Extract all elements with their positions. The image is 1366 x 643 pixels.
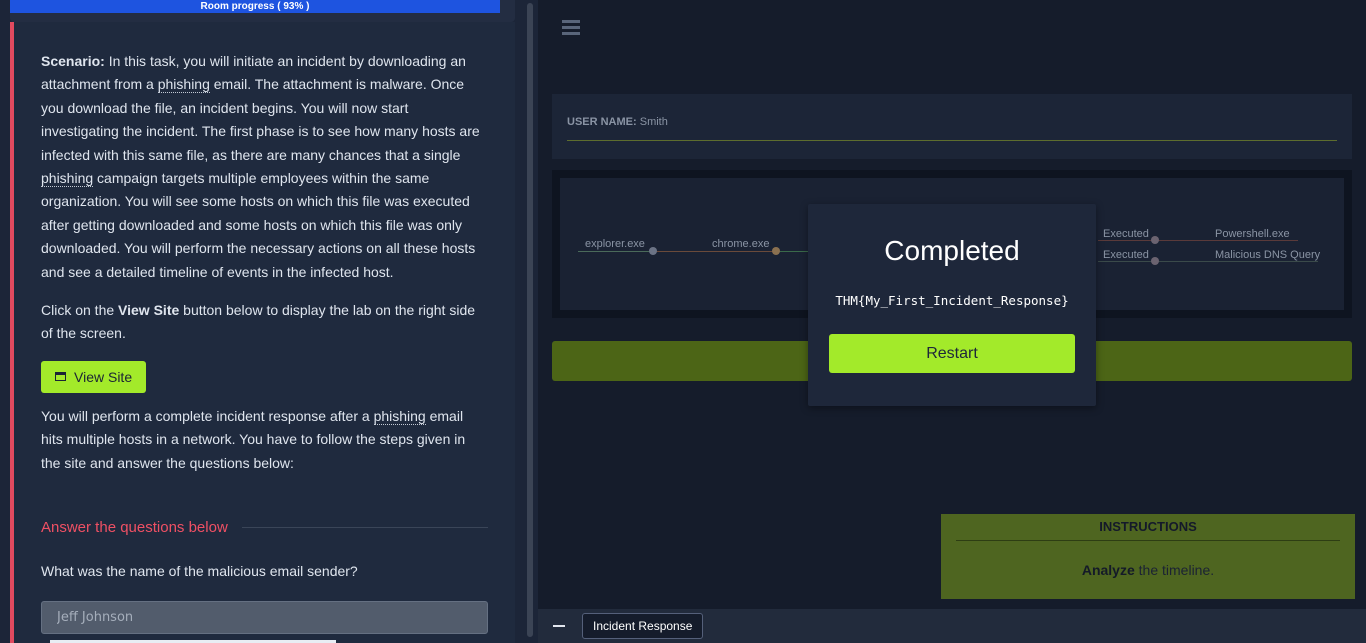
click-text: Click on the <box>41 302 119 319</box>
timeline-node-dot[interactable] <box>1151 257 1159 265</box>
answer-heading-row: Answer the questions below <box>41 519 488 536</box>
instructions-body: Analyze the timeline. <box>941 562 1355 578</box>
click-instruction-paragraph: Click on the View Site button below to d… <box>41 299 486 346</box>
timeline-node-label: Executed <box>1103 228 1149 240</box>
scenario-text: campaign targets multiple employees with… <box>41 170 476 280</box>
timeline-edge <box>578 251 653 252</box>
timeline-node-label: Powershell.exe <box>1215 228 1290 240</box>
perform-paragraph: You will perform a complete incident res… <box>41 405 486 475</box>
lab-tabbar: Incident Response <box>538 609 1366 643</box>
timeline-edge <box>1098 261 1318 262</box>
timeline-node-label: Malicious DNS Query <box>1215 249 1321 261</box>
timeline-node-dot[interactable] <box>772 247 780 255</box>
task-content: Scenario: In this task, you will initiat… <box>41 50 486 490</box>
tab-incident-response[interactable]: Incident Response <box>582 613 704 639</box>
view-site-button-label: View Site <box>74 368 133 385</box>
username-text: USER NAME: Smith <box>567 116 668 128</box>
hamburger-menu-icon[interactable] <box>562 20 580 36</box>
answer-input[interactable] <box>41 601 488 634</box>
timeline-edge <box>1098 240 1298 241</box>
username-label: USER NAME: <box>567 116 637 128</box>
minimize-icon[interactable] <box>553 625 565 627</box>
question-text: What was the name of the malicious email… <box>41 563 358 579</box>
phishing-term-link[interactable]: phishing <box>41 170 94 188</box>
instructions-panel: INSTRUCTIONS Analyze the timeline. <box>941 514 1355 599</box>
instructions-bold: Analyze <box>1081 562 1135 578</box>
timeline-edge <box>653 251 776 252</box>
restart-button[interactable]: Restart <box>829 334 1075 373</box>
window-icon <box>55 372 66 382</box>
task-panel: Room progress ( 93% ) Scenario: In this … <box>0 0 538 643</box>
instructions-text: the timeline. <box>1134 562 1215 578</box>
room-progress-bar: Room progress ( 93% ) <box>10 0 515 22</box>
task-card: Scenario: In this task, you will initiat… <box>10 22 515 643</box>
phishing-term-link[interactable]: phishing <box>157 76 210 94</box>
timeline-node-label: chrome.exe <box>712 238 770 250</box>
modal-flag: THM{My_First_Incident_Response} <box>835 293 1069 308</box>
username-underline <box>567 140 1337 141</box>
completed-modal: Completed THM{My_First_Incident_Response… <box>808 204 1096 406</box>
view-site-bold: View Site <box>118 302 180 319</box>
perform-text: You will perform a complete incident res… <box>41 407 374 424</box>
scenario-label: Scenario: <box>41 53 105 69</box>
timeline-node-dot[interactable] <box>1151 236 1159 244</box>
room-progress-label: Room progress ( 93% ) <box>200 1 310 12</box>
timeline-node-dot[interactable] <box>649 247 657 255</box>
instructions-title: INSTRUCTIONS <box>1099 519 1197 534</box>
phishing-term-link[interactable]: phishing <box>373 407 426 425</box>
instructions-divider <box>956 540 1340 541</box>
answer-heading: Answer the questions below <box>41 519 228 536</box>
username-value: Smith <box>639 116 668 128</box>
timeline-node-label: explorer.exe <box>585 238 645 250</box>
scroll-thumb[interactable] <box>527 3 533 637</box>
answer-divider <box>241 527 488 528</box>
left-scrollbar[interactable] <box>526 0 534 643</box>
view-site-button[interactable]: View Site <box>41 360 147 393</box>
username-card: USER NAME: Smith <box>552 94 1352 159</box>
scenario-paragraph: Scenario: In this task, you will initiat… <box>41 50 486 284</box>
timeline-node-label: Executed <box>1103 249 1149 261</box>
modal-title: Completed <box>884 235 1020 266</box>
